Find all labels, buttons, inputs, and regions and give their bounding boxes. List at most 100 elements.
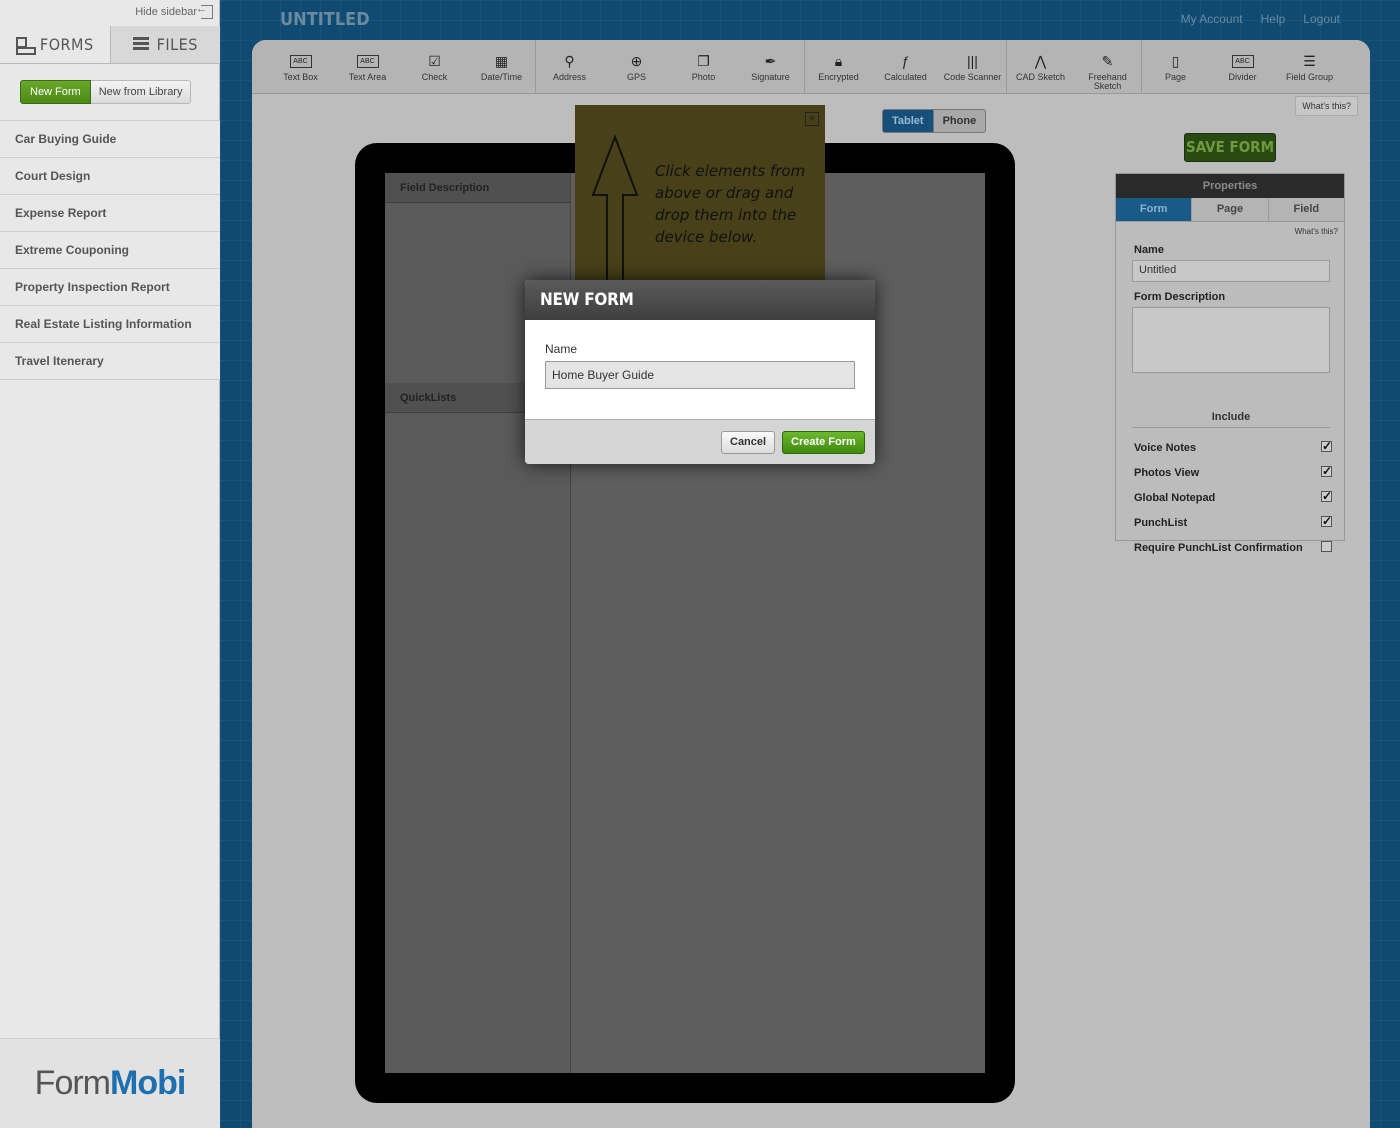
text-box-icon: ABC	[289, 55, 312, 68]
tool-gps[interactable]: ⊕ GPS	[603, 40, 670, 94]
tool-date-time[interactable]: ▦ Date/Time	[468, 40, 535, 94]
tool-text-area[interactable]: ABC Text Area	[334, 40, 401, 94]
logout-link[interactable]: Logout	[1303, 12, 1340, 26]
files-icon	[132, 36, 151, 53]
tool-cad-sketch[interactable]: ⋀ CAD Sketch	[1007, 40, 1074, 94]
check-icon: ☑	[428, 52, 441, 69]
collapse-icon	[196, 3, 213, 19]
tool-address[interactable]: ⚲ Address	[536, 40, 603, 94]
formmobi-logo: Form Mobi	[0, 1038, 220, 1128]
sidebar-tabs: FORMS FILES	[0, 26, 220, 64]
cancel-button[interactable]: Cancel	[721, 431, 776, 454]
calendar-icon: ▦	[494, 52, 509, 69]
include-global-notepad[interactable]: Global Notepad ✓	[1134, 490, 1332, 504]
dialog-body: Name	[525, 320, 875, 419]
lock-icon: 🔒︎	[834, 52, 843, 69]
tool-label: Code Scanner	[943, 72, 1002, 82]
create-form-button[interactable]: Create Form	[782, 431, 865, 454]
list-item[interactable]: Car Buying Guide	[0, 121, 220, 158]
map-pin-icon: ⚲	[564, 52, 575, 69]
include-label: PunchList	[1134, 517, 1188, 529]
logo-part-mobi: Mobi	[110, 1064, 186, 1102]
tool-calculated[interactable]: ƒ Calculated	[872, 40, 939, 94]
save-form-button[interactable]: SAVE FORM	[1184, 133, 1276, 162]
include-label: Voice Notes	[1134, 442, 1197, 454]
tool-code-scanner[interactable]: ||| Code Scanner	[939, 40, 1006, 94]
tool-label: Photo	[691, 72, 716, 82]
dialog-footer: Cancel Create Form	[525, 419, 875, 464]
include-voice-notes[interactable]: Voice Notes ✓	[1134, 440, 1332, 454]
include-require-punchlist-confirmation[interactable]: Require PunchList Confirmation	[1134, 541, 1332, 554]
page-icon: ▯	[1171, 52, 1180, 69]
checkbox-checked[interactable]: ✓	[1321, 490, 1332, 502]
tool-label: Page	[1164, 72, 1187, 82]
list-item[interactable]: Real Estate Listing Information	[0, 306, 220, 343]
form-builder: ABC Text Box ABC Text Area ☑ Check ▦ Date/Ti…	[252, 40, 1370, 1128]
checkbox-unchecked[interactable]	[1321, 541, 1332, 552]
tab-forms[interactable]: FORMS	[0, 26, 110, 63]
tab-page[interactable]: Page	[1191, 198, 1268, 221]
tool-divider[interactable]: ABC Divider	[1209, 40, 1276, 94]
tool-label: Signature	[751, 72, 790, 82]
list-item[interactable]: Property Inspection Report	[0, 269, 220, 306]
dialog-title: NEW FORM	[525, 280, 875, 320]
tool-label: CAD Sketch	[1015, 72, 1066, 82]
my-account-link[interactable]: My Account	[1181, 12, 1243, 26]
tool-label: Text Box	[283, 72, 318, 82]
list-item[interactable]: Expense Report	[0, 195, 220, 232]
tablet-toggle[interactable]: Tablet	[882, 109, 934, 133]
include-photos-view[interactable]: Photos View ✓	[1134, 465, 1332, 479]
list-item[interactable]: Extreme Couponing	[0, 232, 220, 269]
tab-files[interactable]: FILES	[109, 26, 220, 63]
field-group-icon: ☰	[1303, 52, 1316, 69]
function-icon: ƒ	[901, 52, 910, 69]
new-from-library-button[interactable]: New from Library	[90, 80, 192, 104]
field-description-header: Field Description	[385, 173, 570, 203]
tool-photo[interactable]: ❐ Photo	[670, 40, 737, 94]
tool-label: Encrypted	[818, 72, 859, 82]
form-name-field[interactable]: Untitled	[1132, 260, 1330, 282]
properties-tabs: Form Page Field	[1116, 198, 1344, 222]
include-label: Photos View	[1134, 467, 1200, 479]
element-toolbar: ABC Text Box ABC Text Area ☑ Check ▦ Date/Ti…	[252, 40, 1370, 94]
tool-label: Field Group	[1285, 72, 1334, 82]
tool-text-box[interactable]: ABC Text Box	[267, 40, 334, 94]
tool-check[interactable]: ☑ Check	[401, 40, 468, 94]
tool-signature[interactable]: ✒ Signature	[737, 40, 804, 94]
phone-toggle[interactable]: Phone	[933, 109, 987, 133]
logo-part-form: Form	[34, 1064, 111, 1102]
tab-form[interactable]: Form	[1116, 198, 1192, 221]
note-text: Click elements from above or drag and dr…	[655, 162, 806, 246]
include-label: Require PunchList Confirmation	[1134, 542, 1303, 554]
gps-icon: ⊕	[630, 52, 643, 69]
page-title[interactable]: UNTITLED	[280, 9, 370, 30]
list-item[interactable]: Travel Itenerary	[0, 343, 220, 380]
form-list: Car Buying Guide Court Design Expense Re…	[0, 120, 220, 380]
checkbox-checked[interactable]: ✓	[1321, 465, 1332, 477]
divider-icon: ABC	[1231, 55, 1254, 68]
tool-field-group[interactable]: ☰ Field Group	[1276, 40, 1343, 94]
close-icon[interactable]: ×	[805, 112, 819, 126]
include-punchlist[interactable]: PunchList ✓	[1134, 515, 1332, 529]
checkbox-checked[interactable]: ✓	[1321, 440, 1332, 452]
cad-icon: ⋀	[1034, 52, 1047, 69]
checkbox-checked[interactable]: ✓	[1321, 515, 1332, 527]
whats-this-button[interactable]: What's this?	[1295, 96, 1358, 116]
properties-whats-this-link[interactable]: What's this?	[1295, 227, 1338, 236]
new-form-name-input[interactable]	[545, 361, 855, 389]
tab-field[interactable]: Field	[1267, 198, 1344, 221]
barcode-icon: |||	[967, 52, 978, 69]
form-description-field[interactable]	[1132, 307, 1330, 373]
properties-title: Properties	[1116, 174, 1344, 198]
list-item[interactable]: Court Design	[0, 158, 220, 195]
tool-encrypted[interactable]: 🔒︎ Encrypted	[805, 40, 872, 94]
new-form-button[interactable]: New Form	[20, 80, 91, 104]
tool-freehand-sketch[interactable]: ✎ Freehand Sketch	[1074, 40, 1141, 94]
tab-forms-label: FORMS	[39, 35, 94, 54]
sidebar: Hide sidebar FORMS FILES New Form New fr…	[0, 0, 220, 1128]
hide-sidebar-link[interactable]: Hide sidebar	[135, 3, 213, 19]
tool-page[interactable]: ▯ Page	[1142, 40, 1209, 94]
help-link[interactable]: Help	[1261, 12, 1286, 26]
include-heading: Include	[1132, 411, 1330, 428]
hide-sidebar-label: Hide sidebar	[135, 6, 197, 18]
